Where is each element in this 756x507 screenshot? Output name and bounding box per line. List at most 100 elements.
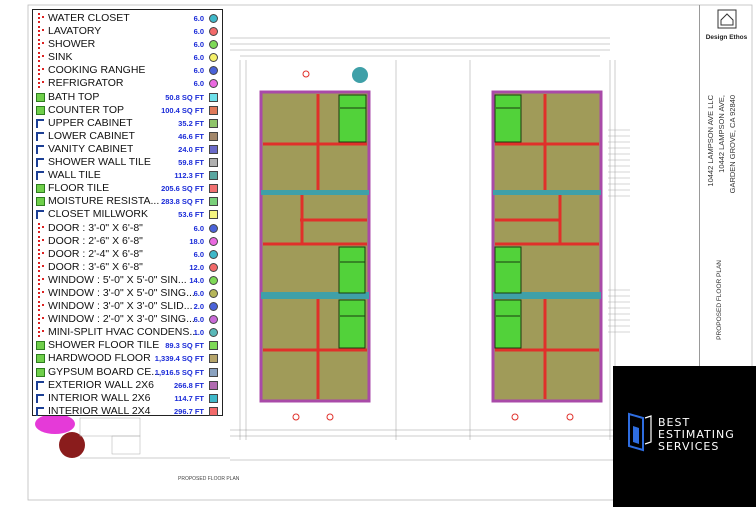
legend-row[interactable]: MOISTURE RESISTA... 283.8 SQ FT <box>33 195 222 208</box>
legend-label: SINK <box>48 51 73 64</box>
legend-row[interactable]: REFRIGRATOR 6.0 <box>33 77 222 90</box>
legend-row[interactable]: WINDOW : 3'-0" X 3'-0" SLID... 2.0 <box>33 300 222 313</box>
legend-color-swatch[interactable] <box>209 79 218 89</box>
project-line3: GARDEN GROVE, CA 92840 <box>728 95 737 194</box>
legend-color-swatch[interactable] <box>209 380 218 390</box>
legend-color-swatch[interactable] <box>209 66 218 76</box>
area-icon <box>36 105 45 115</box>
legend-quantity: 283.8 SQ FT <box>161 197 204 207</box>
legend-row[interactable]: DOOR : 2'-6" X 6'-8" 18.0 <box>33 235 222 248</box>
legend-color-swatch[interactable] <box>209 105 218 115</box>
brand-line3: SERVICES <box>658 440 720 453</box>
legend-row[interactable]: CLOSET MILLWORK 53.6 FT <box>33 208 222 221</box>
legend-label: WALL TILE <box>48 169 101 182</box>
legend-label: UPPER CABINET <box>48 116 133 129</box>
legend-row[interactable]: DOOR : 3'-0" X 6'-8" 6.0 <box>33 222 222 235</box>
area-icon <box>36 367 45 377</box>
legend-color-swatch[interactable] <box>209 171 218 181</box>
legend-color-swatch[interactable] <box>209 288 218 298</box>
dotted-count-icon <box>38 301 44 312</box>
legend-row[interactable]: GYPSUM BOARD CE... 1,916.5 SQ FT <box>33 366 222 379</box>
linear-icon <box>36 393 44 403</box>
legend-color-swatch[interactable] <box>209 262 218 272</box>
legend-color-swatch[interactable] <box>209 158 218 168</box>
legend-row[interactable]: WINDOW : 5'-0" X 5'-0" SIN... 14.0 <box>33 274 222 287</box>
legend-row[interactable]: WATER CLOSET 6.0 <box>33 12 222 25</box>
legend-color-swatch[interactable] <box>209 249 218 259</box>
legend-row[interactable]: MINI-SPLIT HVAC CONDENS... 1.0 <box>33 326 222 339</box>
hvac-marker <box>352 67 368 83</box>
legend-row[interactable]: WINDOW : 2'-0" X 3'-0" SING... 6.0 <box>33 313 222 326</box>
legend-color-swatch[interactable] <box>209 236 218 246</box>
legend-row[interactable]: SHOWER FLOOR TILE 89.3 SQ FT <box>33 339 222 352</box>
legend-row[interactable]: BATH TOP 50.8 SQ FT <box>33 91 222 104</box>
legend-row[interactable]: SHOWER WALL TILE 59.8 FT <box>33 156 222 169</box>
legend-color-swatch[interactable] <box>209 27 218 37</box>
legend-quantity: 50.8 SQ FT <box>165 92 204 102</box>
legend-quantity: 6.0 <box>193 53 204 63</box>
legend-color-swatch[interactable] <box>209 223 218 233</box>
dotted-count-icon <box>38 327 44 338</box>
legend-row[interactable]: SHOWER 6.0 <box>33 38 222 51</box>
legend-row[interactable]: WINDOW : 3'-0" X 5'-0" SING... 6.0 <box>33 287 222 300</box>
firm-logo: Design Ethos <box>702 7 751 41</box>
legend-quantity: 6.0 <box>193 79 204 89</box>
legend-row[interactable]: DOOR : 2'-4" X 6'-8" 6.0 <box>33 248 222 261</box>
legend-color-swatch[interactable] <box>209 367 218 377</box>
dotted-count-icon <box>38 39 44 50</box>
legend-color-swatch[interactable] <box>209 341 218 351</box>
house-icon <box>717 9 736 29</box>
linear-icon <box>36 131 44 141</box>
legend-label: VANITY CABINET <box>48 142 134 155</box>
legend-quantity: 6.0 <box>193 27 204 37</box>
legend-row[interactable]: FLOOR TILE 205.6 SQ FT <box>33 182 222 195</box>
legend-label: DOOR : 3'-0" X 6'-8" <box>48 221 143 234</box>
legend-quantity: 46.6 FT <box>178 131 204 141</box>
dotted-count-icon <box>38 261 44 272</box>
legend-row[interactable]: HARDWOOD FLOOR 1,339.4 SQ FT <box>33 352 222 365</box>
legend-color-swatch[interactable] <box>209 131 218 141</box>
legend-color-swatch[interactable] <box>209 210 218 220</box>
legend-color-swatch[interactable] <box>209 315 218 325</box>
legend-color-swatch[interactable] <box>209 14 218 23</box>
legend-label: EXTERIOR WALL 2X6 <box>48 378 155 391</box>
legend-color-swatch[interactable] <box>209 328 218 338</box>
legend-row[interactable]: COOKING RANGHE 6.0 <box>33 64 222 77</box>
legend-row[interactable]: WALL TILE 112.3 FT <box>33 169 222 182</box>
legend-row[interactable]: LOWER CABINET 46.6 FT <box>33 130 222 143</box>
legend-row[interactable]: UPPER CABINET 35.2 FT <box>33 117 222 130</box>
legend-quantity: 1,339.4 SQ FT <box>154 354 204 364</box>
legend-label: SHOWER WALL TILE <box>48 156 151 169</box>
legend-color-swatch[interactable] <box>209 393 218 403</box>
legend-label: INTERIOR WALL 2X4 <box>48 404 151 417</box>
legend-color-swatch[interactable] <box>209 184 218 194</box>
legend-row[interactable]: SINK 6.0 <box>33 51 222 64</box>
legend-color-swatch[interactable] <box>209 302 218 312</box>
dotted-count-icon <box>38 222 44 233</box>
dotted-count-icon <box>38 314 44 325</box>
legend-color-swatch[interactable] <box>209 197 218 207</box>
legend-color-swatch[interactable] <box>209 354 218 364</box>
legend-color-swatch[interactable] <box>209 275 218 285</box>
legend-color-swatch[interactable] <box>209 92 218 102</box>
legend-color-swatch[interactable] <box>209 406 218 416</box>
legend-row[interactable]: INTERIOR WALL 2X6 114.7 FT <box>33 392 222 405</box>
legend-color-swatch[interactable] <box>209 53 218 63</box>
legend-row[interactable]: INTERIOR WALL 2X4 296.7 FT <box>33 405 222 418</box>
legend-color-swatch[interactable] <box>209 118 218 128</box>
legend-row[interactable]: DOOR : 3'-6" X 6'-8" 12.0 <box>33 261 222 274</box>
legend-label: DOOR : 3'-6" X 6'-8" <box>48 260 143 273</box>
legend-color-swatch[interactable] <box>209 144 218 154</box>
legend-color-swatch[interactable] <box>209 40 218 50</box>
legend-label: WINDOW : 3'-0" X 5'-0" SING... <box>48 286 195 299</box>
project-line1: 10442 LAMPSON AVE LLC <box>706 95 715 187</box>
legend-row[interactable]: EXTERIOR WALL 2X6 266.8 FT <box>33 379 222 392</box>
firm-name: Design Ethos <box>705 34 748 41</box>
legend-row[interactable]: COUNTER TOP 100.4 SQ FT <box>33 104 222 117</box>
legend-label: SHOWER FLOOR TILE <box>48 339 160 352</box>
legend-row[interactable]: LAVATORY 6.0 <box>33 25 222 38</box>
legend-quantity: 6.0 <box>193 40 204 50</box>
legend-quantity: 114.7 FT <box>174 393 204 403</box>
legend-row[interactable]: VANITY CABINET 24.0 FT <box>33 143 222 156</box>
legend-label: BATH TOP <box>48 90 100 103</box>
